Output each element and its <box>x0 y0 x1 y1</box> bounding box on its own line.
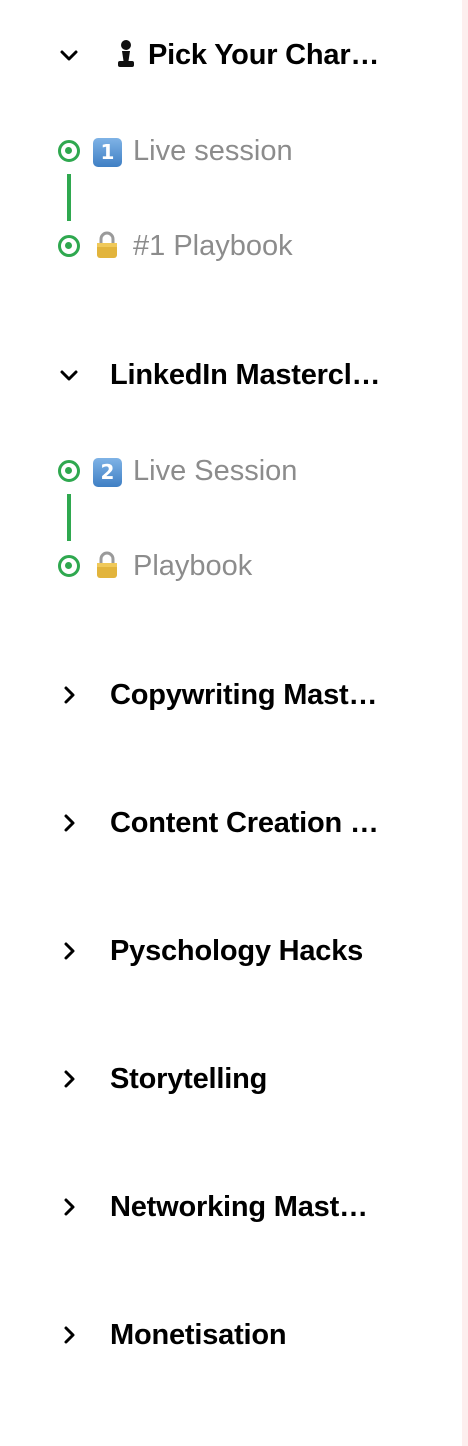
section-header-monetisation[interactable]: Monetisation <box>0 1305 462 1365</box>
section-header-linkedin-masterclass[interactable]: LinkedIn Mastercl… <box>0 345 462 405</box>
chevron-right-icon <box>57 811 81 835</box>
section-title: Storytelling <box>110 1064 268 1094</box>
chevron-right-icon <box>57 939 81 963</box>
lesson-item-live-session-2[interactable]: 2 Live Session <box>50 447 450 495</box>
section-title: Content Creation … <box>110 808 379 838</box>
lesson-item-live-session[interactable]: 1 Live session <box>50 127 450 175</box>
completed-status-icon <box>58 235 80 257</box>
section-title: LinkedIn Mastercl… <box>110 360 381 390</box>
chess-pawn-icon <box>113 39 139 69</box>
section-title: Networking Mast… <box>110 1192 368 1222</box>
lesson-label: Live Session <box>133 455 298 487</box>
section-header-pick-your-character[interactable]: Pick Your Char… <box>0 25 462 85</box>
lesson-label: #1 Playbook <box>133 230 293 262</box>
section-header-psychology-hacks[interactable]: Pyschology Hacks <box>0 921 462 981</box>
section-header-content-creation[interactable]: Content Creation … <box>0 793 462 853</box>
chevron-right-icon <box>57 1195 81 1219</box>
right-edge-panel <box>462 0 468 1446</box>
chevron-down-icon <box>57 363 81 387</box>
keycap-two-icon: 2 <box>93 455 123 487</box>
lesson-label: Live session <box>133 135 293 167</box>
lock-icon <box>93 550 123 580</box>
section-header-storytelling[interactable]: Storytelling <box>0 1049 462 1109</box>
completed-status-icon <box>58 140 80 162</box>
chevron-right-icon <box>57 683 81 707</box>
section-title: Monetisation <box>110 1320 287 1350</box>
lesson-item-playbook-1[interactable]: #1 Playbook <box>50 222 450 270</box>
section-title: Pyschology Hacks <box>110 936 364 966</box>
lesson-item-playbook-2[interactable]: Playbook <box>50 542 450 590</box>
completed-status-icon <box>58 555 80 577</box>
completed-status-icon <box>58 460 80 482</box>
chevron-right-icon <box>57 1323 81 1347</box>
lock-icon <box>93 230 123 260</box>
section-title: Copywriting Mast… <box>110 680 378 710</box>
section-title: Pick Your Char… <box>148 40 380 70</box>
section-header-networking[interactable]: Networking Mast… <box>0 1177 462 1237</box>
chevron-down-icon <box>57 43 81 67</box>
progress-connector <box>67 494 71 541</box>
chevron-right-icon <box>57 1067 81 1091</box>
progress-connector <box>67 174 71 221</box>
section-header-copywriting[interactable]: Copywriting Mast… <box>0 665 462 725</box>
lesson-label: Playbook <box>133 550 253 582</box>
keycap-one-icon: 1 <box>93 135 123 167</box>
